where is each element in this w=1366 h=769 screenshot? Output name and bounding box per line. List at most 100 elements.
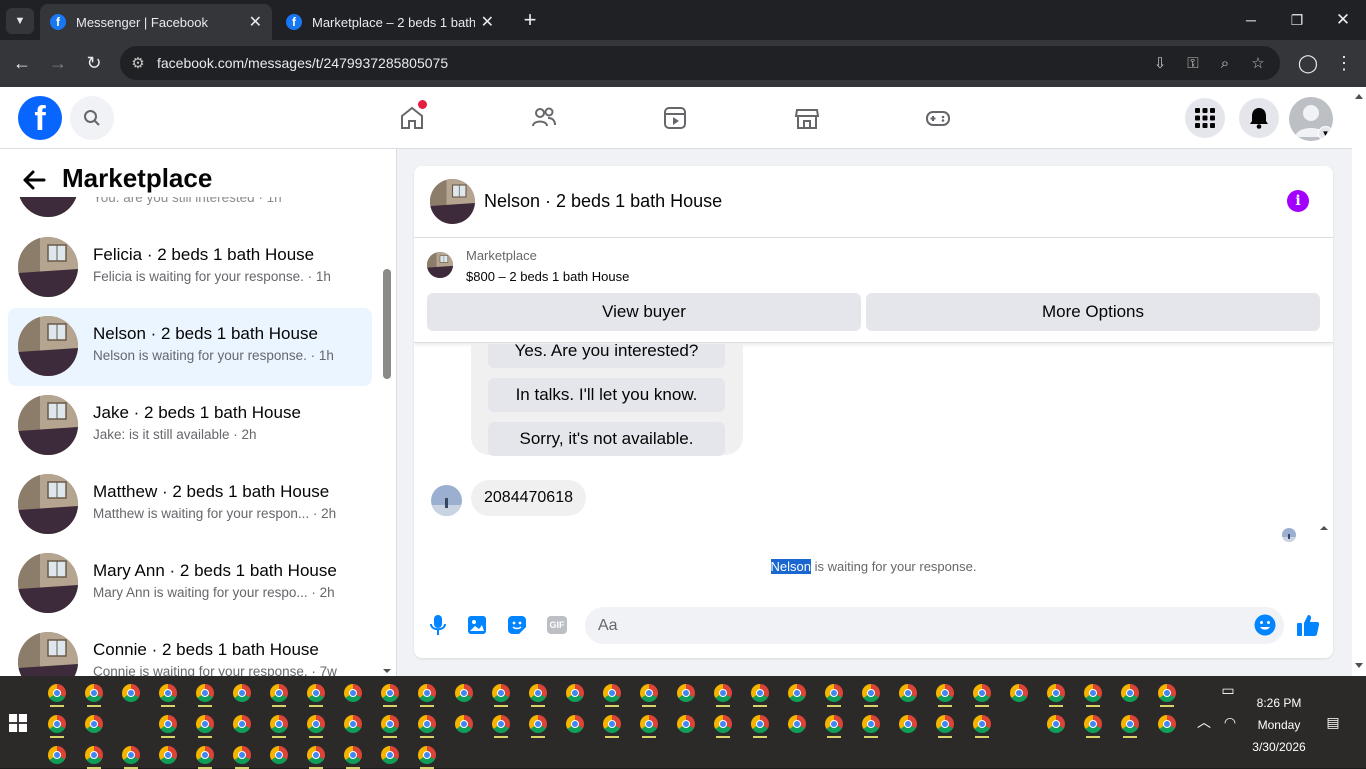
- chrome-taskbar-icon[interactable]: [122, 684, 140, 702]
- chrome-taskbar-icon[interactable]: [1084, 684, 1102, 702]
- site-info-icon[interactable]: ⚙: [128, 54, 148, 72]
- windows-start-icon[interactable]: [9, 714, 27, 732]
- chrome-taskbar-icon[interactable]: [862, 715, 880, 733]
- chrome-taskbar-icon[interactable]: [48, 746, 66, 764]
- chrome-taskbar-icon[interactable]: [307, 684, 325, 702]
- password-key-icon[interactable]: ⚿: [1183, 54, 1203, 72]
- chrome-taskbar-icon[interactable]: [307, 715, 325, 733]
- chrome-taskbar-icon[interactable]: [270, 684, 288, 702]
- conversation-item[interactable]: Matthew · 2 beds 1 bath House Matthew is …: [8, 466, 372, 544]
- chrome-taskbar-icon[interactable]: [233, 746, 251, 764]
- chrome-taskbar-icon[interactable]: [677, 715, 695, 733]
- chrome-taskbar-icon[interactable]: [344, 746, 362, 764]
- chrome-taskbar-icon[interactable]: [862, 684, 880, 702]
- like-button[interactable]: [1296, 613, 1320, 637]
- menu-grid-button[interactable]: [1185, 98, 1225, 138]
- tab-messenger[interactable]: f Messenger | Facebook ✕: [40, 4, 272, 40]
- quick-reply-in-talks[interactable]: In talks. I'll let you know.: [488, 378, 725, 412]
- chrome-taskbar-icon[interactable]: [418, 746, 436, 764]
- chrome-taskbar-icon[interactable]: [122, 746, 140, 764]
- chrome-taskbar-icon[interactable]: [455, 715, 473, 733]
- new-tab-button[interactable]: +: [516, 6, 544, 34]
- chrome-taskbar-icon[interactable]: [788, 715, 806, 733]
- chrome-taskbar-icon[interactable]: [529, 715, 547, 733]
- install-app-icon[interactable]: ⇩: [1150, 54, 1170, 72]
- chrome-taskbar-icon[interactable]: [603, 715, 621, 733]
- chrome-taskbar-icon[interactable]: [1158, 684, 1176, 702]
- chrome-taskbar-icon[interactable]: [233, 715, 251, 733]
- gif-button[interactable]: GIF: [545, 613, 569, 637]
- close-tab-icon[interactable]: ✕: [249, 12, 262, 32]
- notifications-button[interactable]: [1239, 98, 1279, 138]
- chrome-taskbar-icon[interactable]: [1010, 684, 1028, 702]
- chrome-taskbar-icon[interactable]: [159, 684, 177, 702]
- chrome-taskbar-icon[interactable]: [677, 684, 695, 702]
- chrome-taskbar-icon[interactable]: [344, 684, 362, 702]
- list-scrollbar[interactable]: [382, 209, 392, 676]
- address-bar[interactable]: ⚙ facebook.com/messages/t/24799372858050…: [120, 46, 1280, 80]
- view-buyer-button[interactable]: View buyer: [427, 293, 861, 331]
- chrome-taskbar-icon[interactable]: [825, 684, 843, 702]
- chrome-taskbar-icon[interactable]: [381, 746, 399, 764]
- page-scrollbar[interactable]: [1352, 87, 1366, 676]
- more-options-button[interactable]: More Options: [866, 293, 1320, 331]
- nav-home[interactable]: [395, 100, 429, 135]
- quick-reply-not-available[interactable]: Sorry, it's not available.: [488, 422, 725, 456]
- voice-clip-button[interactable]: [426, 613, 450, 637]
- emoji-button[interactable]: [1253, 613, 1277, 637]
- chrome-taskbar-icon[interactable]: [1047, 684, 1065, 702]
- chrome-taskbar-icon[interactable]: [529, 684, 547, 702]
- chrome-taskbar-icon[interactable]: [85, 684, 103, 702]
- conversation-item[interactable]: Felicia · 2 beds 1 bath House Felicia is …: [8, 229, 372, 307]
- chrome-taskbar-icon[interactable]: [270, 746, 288, 764]
- chrome-taskbar-icon[interactable]: [936, 684, 954, 702]
- menu-kebab-icon[interactable]: ⋮: [1330, 50, 1358, 76]
- search-button[interactable]: [70, 96, 114, 140]
- chrome-taskbar-icon[interactable]: [48, 684, 66, 702]
- chrome-taskbar-icon[interactable]: [344, 715, 362, 733]
- battery-icon[interactable]: ▭: [1218, 682, 1238, 698]
- chrome-taskbar-icon[interactable]: [492, 715, 510, 733]
- facebook-logo-icon[interactable]: f: [18, 96, 62, 140]
- chrome-taskbar-icon[interactable]: [973, 715, 991, 733]
- back-button[interactable]: ←: [8, 50, 36, 76]
- profile-icon[interactable]: ◯: [1294, 50, 1322, 76]
- quick-reply-yes[interactable]: Yes. Are you interested?: [488, 344, 725, 368]
- chrome-taskbar-icon[interactable]: [640, 715, 658, 733]
- chrome-taskbar-icon[interactable]: [270, 715, 288, 733]
- chrome-taskbar-icon[interactable]: [196, 684, 214, 702]
- back-arrow-icon[interactable]: [20, 166, 48, 194]
- chrome-taskbar-icon[interactable]: [85, 715, 103, 733]
- chrome-taskbar-icon[interactable]: [48, 715, 66, 733]
- chrome-taskbar-icon[interactable]: [973, 684, 991, 702]
- nav-gaming[interactable]: [921, 101, 955, 135]
- chrome-taskbar-icon[interactable]: [899, 684, 917, 702]
- chrome-taskbar-icon[interactable]: [492, 684, 510, 702]
- chrome-taskbar-icon[interactable]: [1047, 715, 1065, 733]
- chat-title[interactable]: Nelson · 2 beds 1 bath House: [484, 191, 722, 212]
- chrome-taskbar-icon[interactable]: [751, 684, 769, 702]
- attach-photo-button[interactable]: [465, 613, 489, 637]
- listing-price-title[interactable]: $800 – 2 beds 1 bath House: [466, 269, 629, 284]
- listing-thumbnail[interactable]: [430, 179, 475, 224]
- chrome-taskbar-icon[interactable]: [603, 684, 621, 702]
- chrome-taskbar-icon[interactable]: [899, 715, 917, 733]
- show-hidden-icons[interactable]: ︿: [1194, 712, 1214, 732]
- conversation-item[interactable]: Nelson · 2 beds 1 bath House Nelson is wa…: [8, 308, 372, 386]
- tab-search-button[interactable]: ▼: [6, 8, 34, 34]
- conversation-item[interactable]: Connie · 2 beds 1 bath House Connie is wa…: [8, 624, 372, 676]
- listing-thumbnail[interactable]: [427, 252, 453, 278]
- chrome-taskbar-icon[interactable]: [196, 715, 214, 733]
- chrome-taskbar-icon[interactable]: [825, 715, 843, 733]
- bookmark-star-icon[interactable]: ☆: [1248, 54, 1268, 72]
- chrome-taskbar-icon[interactable]: [751, 715, 769, 733]
- thread-scrollbar[interactable]: [1318, 522, 1330, 602]
- message-input[interactable]: [585, 607, 1284, 644]
- nav-marketplace[interactable]: [790, 101, 824, 135]
- chrome-taskbar-icon[interactable]: [936, 715, 954, 733]
- chrome-taskbar-icon[interactable]: [714, 684, 732, 702]
- zoom-icon[interactable]: ⌕: [1215, 54, 1235, 72]
- nav-video[interactable]: [658, 101, 692, 135]
- restore-button[interactable]: ❐: [1274, 0, 1320, 40]
- close-tab-icon[interactable]: ✕: [481, 12, 494, 32]
